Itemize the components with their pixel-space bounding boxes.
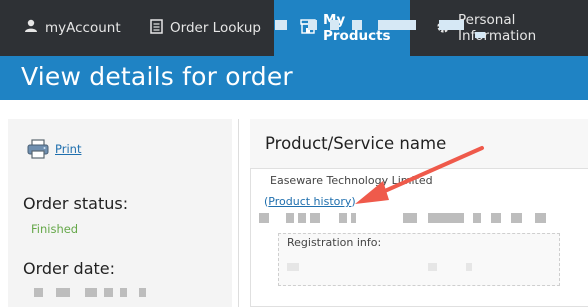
redacted-order-date bbox=[56, 288, 70, 297]
user-icon bbox=[24, 19, 38, 37]
product-column-title: Product/Service name bbox=[265, 134, 447, 153]
product-history-link[interactable]: Product history bbox=[268, 195, 351, 208]
tab-order-lookup[interactable]: Order Lookup bbox=[126, 0, 274, 56]
redacted-product-detail bbox=[473, 213, 481, 223]
redacted-product-detail bbox=[403, 213, 417, 223]
tab-order-lookup-label: Order Lookup bbox=[170, 20, 261, 36]
redacted-product-detail bbox=[310, 213, 320, 223]
redacted-product-detail bbox=[259, 213, 269, 223]
redacted-product-detail bbox=[491, 213, 501, 223]
redacted-registration-info bbox=[466, 263, 472, 271]
redacted-product-detail bbox=[339, 213, 347, 223]
redacted-product-detail bbox=[351, 213, 356, 223]
order-status-label: Order status: bbox=[23, 194, 129, 213]
order-date-label: Order date: bbox=[23, 259, 116, 278]
redacted-registration-info bbox=[428, 263, 437, 271]
redacted-order-number bbox=[275, 20, 287, 30]
redacted-order-date bbox=[139, 288, 146, 297]
tab-personal-information[interactable]: Personal Information bbox=[410, 0, 588, 56]
redacted-order-number bbox=[330, 20, 339, 30]
printer-icon[interactable] bbox=[27, 139, 49, 159]
column-divider bbox=[238, 119, 239, 307]
page-header: View details for order bbox=[0, 56, 588, 100]
redacted-registration-info bbox=[287, 263, 299, 271]
print-link[interactable]: Print bbox=[55, 142, 81, 156]
registration-info-label: Registration info: bbox=[287, 236, 382, 249]
redacted-product-detail bbox=[298, 213, 306, 223]
redacted-order-number bbox=[378, 20, 416, 30]
document-icon bbox=[150, 18, 163, 38]
redacted-order-number bbox=[308, 20, 317, 30]
redacted-product-detail bbox=[511, 213, 522, 223]
product-name: Easeware Technology Limited bbox=[270, 174, 433, 187]
redacted-order-number bbox=[475, 32, 485, 38]
redacted-order-date bbox=[120, 288, 127, 297]
tab-personal-information-label: Personal Information bbox=[458, 12, 537, 44]
tab-myaccount[interactable]: myAccount bbox=[0, 0, 126, 56]
redacted-order-date bbox=[34, 288, 43, 297]
redacted-order-date bbox=[104, 288, 113, 297]
paren-close: ) bbox=[351, 195, 356, 208]
redacted-order-date bbox=[85, 288, 97, 297]
redacted-product-detail bbox=[535, 213, 546, 223]
redacted-order-number bbox=[352, 20, 362, 30]
redacted-product-detail bbox=[286, 213, 294, 223]
order-status-value: Finished bbox=[31, 222, 79, 236]
product-history-link-wrapper: (Product history) bbox=[264, 195, 356, 208]
tab-myaccount-label: myAccount bbox=[45, 20, 121, 36]
top-navigation: myAccount Order Lookup My Products Perso… bbox=[0, 0, 588, 56]
redacted-product-detail bbox=[428, 213, 464, 223]
page-title: View details for order bbox=[21, 62, 293, 91]
redacted-order-number bbox=[439, 20, 464, 30]
